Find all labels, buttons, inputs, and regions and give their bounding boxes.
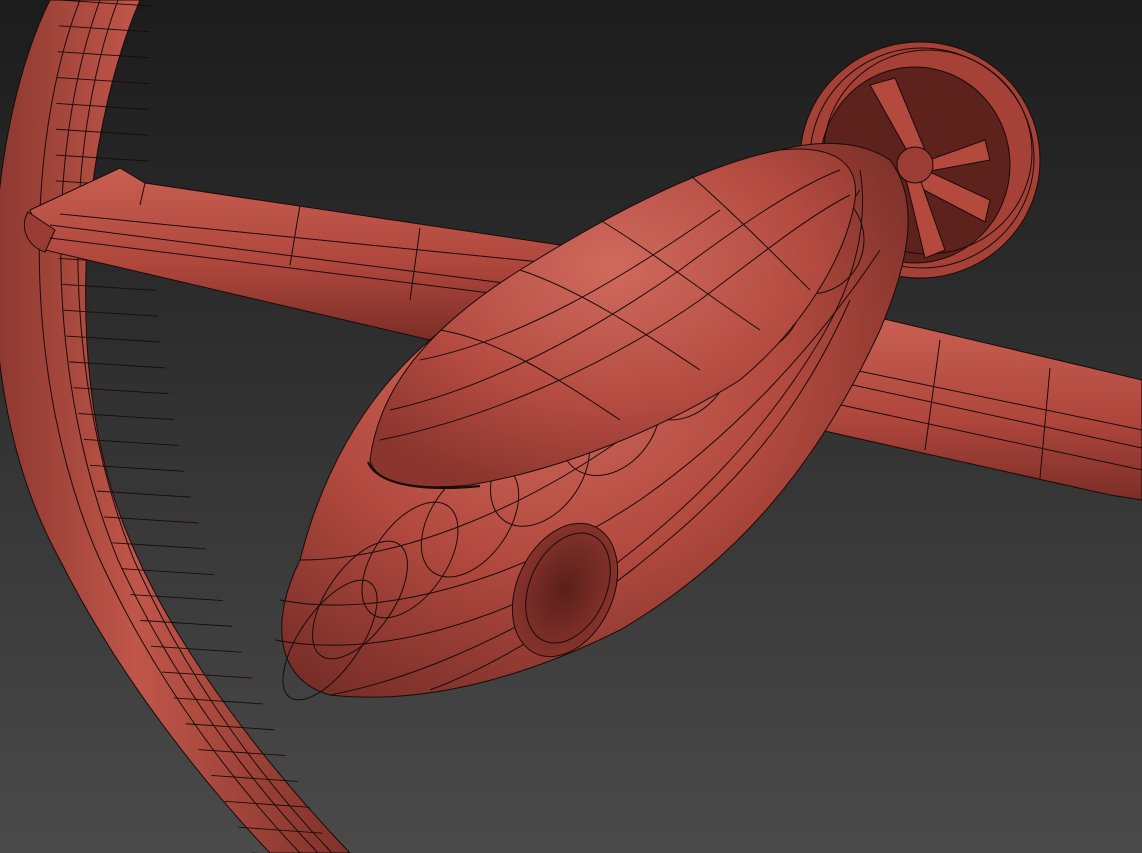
3d-viewport[interactable]	[0, 0, 1142, 853]
scene-render	[0, 0, 1142, 853]
